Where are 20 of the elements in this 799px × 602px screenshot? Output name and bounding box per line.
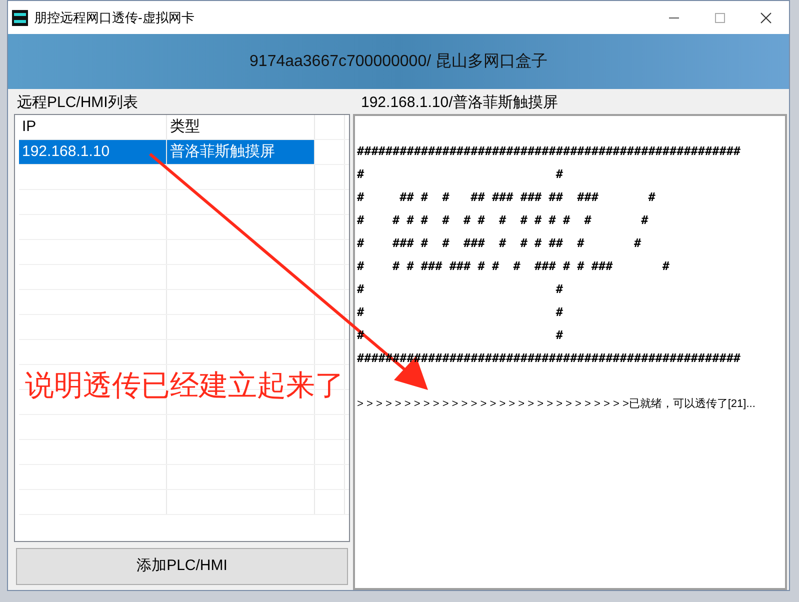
console-line: # # # # # # # # # # # # # # <box>357 212 648 229</box>
device-name: 9174aa3667c700000000/ 昆山多网口盒子 <box>250 52 548 72</box>
window-title: 朋控远程网口透传-虚拟网卡 <box>34 8 194 27</box>
console-line: # # # ### ### # # # ### # # ### # <box>357 258 670 275</box>
console-line: # ### # # ### # # # ## # # <box>357 235 642 252</box>
app-icon <box>12 10 28 26</box>
status-message: > > > > > > > > > > > > > > > > > > > > > > > > > > > > >已就绪，可以透传了[21]... <box>357 397 756 412</box>
console-line: # # <box>357 166 563 183</box>
panel-title: 远程PLC/HMI列表 <box>17 93 139 113</box>
column-header[interactable]: IP <box>19 115 167 139</box>
table-cell: 普洛菲斯触摸屏 <box>167 140 315 164</box>
table-cell: 192.168.1.10 <box>19 140 167 164</box>
console-line: # # <box>357 304 563 321</box>
add-device-button[interactable]: 添加PLC/HMI <box>16 548 348 585</box>
console-line: # ## # # ## ### ### ## ### # <box>357 189 656 206</box>
panel-title: 192.168.1.10/普洛菲斯触摸屏 <box>361 93 559 113</box>
annotation-text: 说明透传已经建立起来了 <box>25 367 344 404</box>
column-header[interactable]: 类型 <box>167 115 315 139</box>
console-line: # # <box>357 281 563 298</box>
console-line: ###################################################### <box>357 143 741 160</box>
